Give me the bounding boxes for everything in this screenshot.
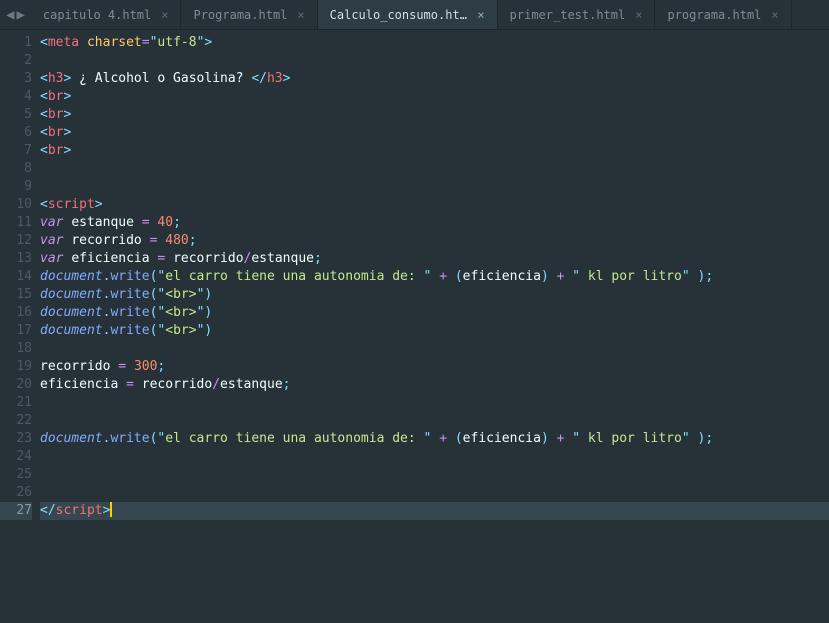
tab-bar: ◀ ▶ capitulo 4.html×Programa.html×Calcul… <box>0 0 829 30</box>
editor: 1234567891011121314151617181920212223242… <box>0 30 829 623</box>
line-number: 7 <box>0 142 32 160</box>
line-number: 15 <box>0 286 32 304</box>
code-line[interactable]: <br> <box>40 106 829 124</box>
close-icon[interactable]: × <box>771 8 778 22</box>
tab-capitulo-4-html[interactable]: capitulo 4.html × <box>31 0 182 29</box>
code-line[interactable] <box>40 448 829 466</box>
line-number: 25 <box>0 466 32 484</box>
line-number: 1 <box>0 34 32 52</box>
tab-label: programa.html <box>667 8 761 22</box>
code-line[interactable]: var recorrido = 480; <box>40 232 829 250</box>
tab-label: primer_test.html <box>510 8 626 22</box>
code-line[interactable]: document.write("el carro tiene una auton… <box>40 430 829 448</box>
code-line[interactable]: document.write("<br>") <box>40 322 829 340</box>
code-line[interactable] <box>40 160 829 178</box>
code-line[interactable]: document.write("el carro tiene una auton… <box>40 268 829 286</box>
nav-back-icon[interactable]: ◀ <box>6 7 14 23</box>
line-number: 27 <box>0 502 32 520</box>
code-line[interactable]: <h3> ¿ Alcohol o Gasolina? </h3> <box>40 70 829 88</box>
nav-forward-icon[interactable]: ▶ <box>16 7 24 23</box>
line-number: 19 <box>0 358 32 376</box>
line-number: 14 <box>0 268 32 286</box>
line-number: 24 <box>0 448 32 466</box>
code-line[interactable] <box>40 394 829 412</box>
line-number-gutter: 1234567891011121314151617181920212223242… <box>0 30 40 623</box>
line-number: 6 <box>0 124 32 142</box>
code-line[interactable]: var estanque = 40; <box>40 214 829 232</box>
tab-label: Calculo_consumo.html <box>330 8 468 22</box>
code-line[interactable]: </script> <box>40 502 829 520</box>
close-icon[interactable]: × <box>477 8 484 22</box>
code-line[interactable]: <br> <box>40 88 829 106</box>
line-number: 2 <box>0 52 32 70</box>
tab-label: Programa.html <box>193 8 287 22</box>
line-number: 10 <box>0 196 32 214</box>
code-line[interactable] <box>40 484 829 502</box>
line-number: 26 <box>0 484 32 502</box>
line-number: 13 <box>0 250 32 268</box>
line-number: 9 <box>0 178 32 196</box>
line-number: 12 <box>0 232 32 250</box>
line-number: 21 <box>0 394 32 412</box>
tab-programa-html[interactable]: Programa.html × <box>181 0 317 29</box>
line-number: 3 <box>0 70 32 88</box>
code-line[interactable]: var eficiencia = recorrido/estanque; <box>40 250 829 268</box>
line-number: 22 <box>0 412 32 430</box>
code-line[interactable]: <br> <box>40 142 829 160</box>
code-line[interactable]: <br> <box>40 124 829 142</box>
line-number: 8 <box>0 160 32 178</box>
code-line[interactable] <box>40 178 829 196</box>
line-number: 4 <box>0 88 32 106</box>
code-line[interactable] <box>40 340 829 358</box>
code-area[interactable]: <meta charset="utf-8"> <h3> ¿ Alcohol o … <box>40 30 829 623</box>
text-cursor <box>110 502 112 517</box>
code-line[interactable]: document.write("<br>") <box>40 286 829 304</box>
tab-programa-html[interactable]: programa.html × <box>655 0 791 29</box>
line-number: 16 <box>0 304 32 322</box>
line-number: 18 <box>0 340 32 358</box>
close-icon[interactable]: × <box>635 8 642 22</box>
nav-arrows: ◀ ▶ <box>0 0 31 29</box>
line-number: 20 <box>0 376 32 394</box>
line-number: 23 <box>0 430 32 448</box>
code-line[interactable] <box>40 52 829 70</box>
code-line[interactable] <box>40 412 829 430</box>
code-line[interactable]: eficiencia = recorrido/estanque; <box>40 376 829 394</box>
tab-calculo_consumo-html[interactable]: Calculo_consumo.html × <box>318 0 498 29</box>
line-number: 17 <box>0 322 32 340</box>
close-icon[interactable]: × <box>297 8 304 22</box>
code-line[interactable]: document.write("<br>") <box>40 304 829 322</box>
code-line[interactable]: <script> <box>40 196 829 214</box>
tab-primer_test-html[interactable]: primer_test.html × <box>498 0 656 29</box>
tab-label: capitulo 4.html <box>43 8 151 22</box>
line-number: 5 <box>0 106 32 124</box>
close-icon[interactable]: × <box>161 8 168 22</box>
code-line[interactable]: <meta charset="utf-8"> <box>40 34 829 52</box>
code-line[interactable] <box>40 466 829 484</box>
tabs-container: capitulo 4.html×Programa.html×Calculo_co… <box>31 0 792 29</box>
line-number: 11 <box>0 214 32 232</box>
code-line[interactable]: recorrido = 300; <box>40 358 829 376</box>
